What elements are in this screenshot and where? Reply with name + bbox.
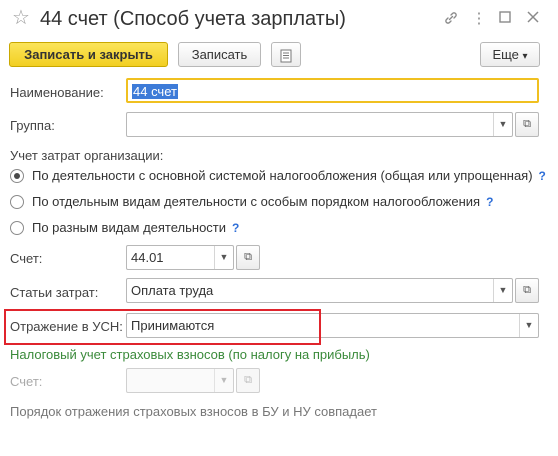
close-icon[interactable] — [524, 10, 542, 28]
account-value: 44.01 — [131, 250, 164, 265]
radio-button[interactable] — [10, 194, 24, 209]
account-label: Счет: — [10, 251, 43, 266]
account-field[interactable]: 44.01 ▼ — [126, 245, 234, 270]
open-window-icon: ⧉ — [523, 284, 531, 296]
radio-button[interactable] — [10, 168, 24, 183]
chevron-down-icon[interactable]: ▼ — [214, 246, 233, 269]
open-account-button[interactable]: ⧉ — [236, 245, 260, 270]
open-window-icon: ⧉ — [244, 374, 252, 386]
highlight-frame — [4, 309, 321, 345]
link-icon[interactable] — [442, 10, 460, 28]
tax-section-label: Налоговый учет страховых взносов (по нал… — [10, 347, 370, 362]
cost-items-field[interactable]: Оплата труда ▼ — [126, 278, 513, 303]
more-button[interactable]: Еще ▾ — [480, 42, 540, 67]
report-button[interactable] — [271, 42, 301, 67]
name-value: 44 счет — [132, 84, 178, 99]
group-field[interactable]: ▼ — [126, 112, 513, 137]
maximize-icon[interactable] — [496, 10, 514, 28]
radio-different-activities[interactable]: По разным видам деятельности ? — [10, 220, 239, 235]
group-value — [127, 113, 493, 136]
radio-special-taxation[interactable]: По отдельным видам деятельности с особым… — [10, 194, 493, 209]
chevron-down-icon[interactable]: ▼ — [519, 314, 538, 337]
radio-main-taxation[interactable]: По деятельности с основной системой нало… — [10, 168, 546, 183]
chevron-down-icon: ▼ — [214, 369, 233, 392]
radio-label: По деятельности с основной системой нало… — [32, 168, 533, 183]
cost-items-label: Статьи затрат: — [10, 285, 99, 300]
open-window-icon: ⧉ — [244, 251, 252, 263]
tax-account-field: ▼ — [126, 368, 234, 393]
help-icon[interactable]: ? — [486, 195, 493, 209]
page-title: 44 счет (Способ учета зарплаты) — [40, 8, 346, 30]
open-window-icon: ⧉ — [523, 118, 531, 130]
radio-label: По отдельным видам деятельности с особым… — [32, 194, 481, 209]
name-input[interactable]: 44 счет — [126, 78, 539, 103]
help-icon[interactable]: ? — [539, 169, 546, 183]
open-tax-account-button: ⧉ — [236, 368, 260, 393]
cost-items-value: Оплата труда — [131, 283, 214, 298]
radio-button[interactable] — [10, 220, 24, 235]
chevron-down-icon[interactable]: ▼ — [493, 279, 512, 302]
help-icon[interactable]: ? — [232, 221, 239, 235]
chevron-down-icon[interactable]: ▼ — [493, 113, 512, 136]
more-button-label: Еще — [492, 47, 519, 62]
save-button[interactable]: Записать — [178, 42, 261, 67]
tax-account-label: Счет: — [10, 374, 43, 389]
group-label: Группа: — [10, 118, 55, 133]
open-cost-items-button[interactable]: ⧉ — [515, 278, 539, 303]
more-vertical-icon[interactable]: ⋮ — [470, 10, 488, 28]
document-list-icon — [280, 47, 292, 63]
save-and-close-button[interactable]: Записать и закрыть — [9, 42, 168, 67]
cost-section-label: Учет затрат организации: — [10, 148, 164, 163]
name-label: Наименование: — [10, 85, 104, 100]
radio-label: По разным видам деятельности — [32, 220, 227, 235]
open-group-button[interactable]: ⧉ — [515, 112, 539, 137]
star-icon[interactable]: ☆ — [12, 8, 30, 28]
insurance-note: Порядок отражения страховых взносов в БУ… — [10, 404, 377, 419]
tax-account-value — [127, 369, 214, 392]
chevron-down-icon: ▾ — [522, 51, 528, 62]
